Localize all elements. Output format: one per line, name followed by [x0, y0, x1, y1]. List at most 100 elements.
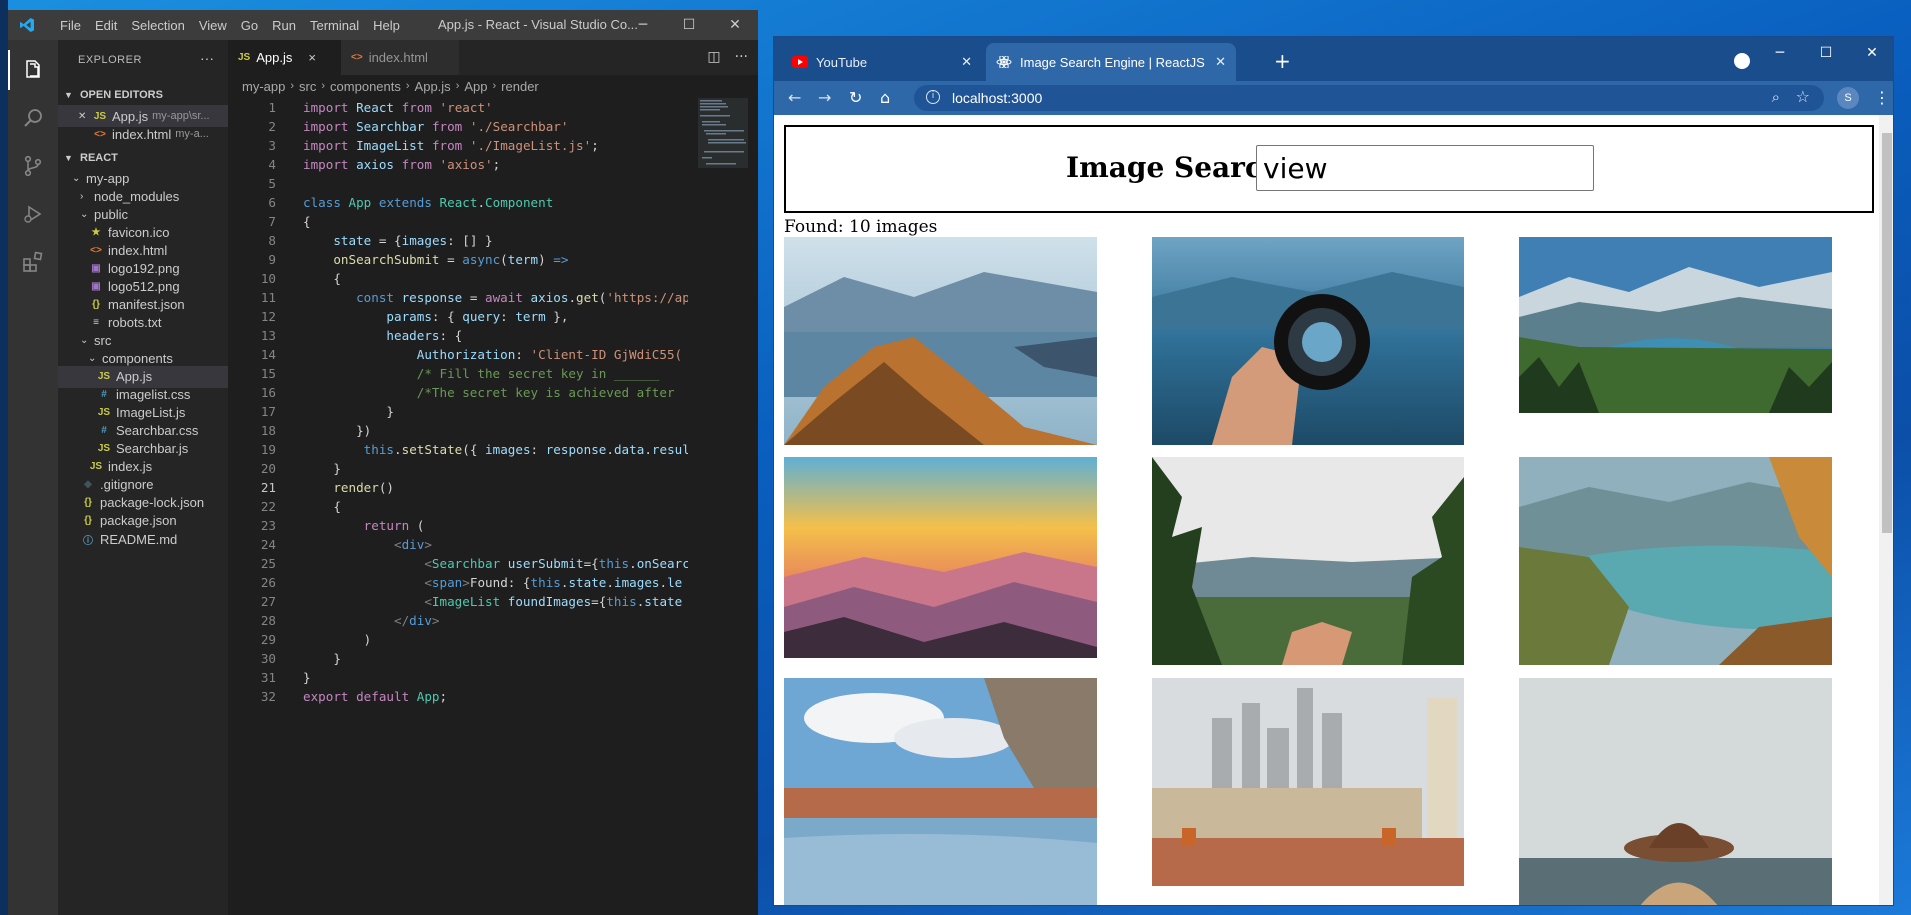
- menu-selection[interactable]: Selection: [124, 18, 191, 33]
- web-page: Image Search Found: 10 images: [774, 115, 1879, 905]
- reload-icon[interactable]: ↻: [849, 88, 862, 107]
- line-number: 2: [268, 119, 276, 134]
- rooftop-city-image: [1152, 678, 1464, 886]
- line-number: 28: [260, 613, 276, 628]
- close-icon[interactable]: ✕: [961, 54, 972, 70]
- zoom-icon[interactable]: ⌕: [1772, 88, 1780, 106]
- tree-item-label: imagelist.css: [116, 387, 191, 403]
- home-icon[interactable]: ⌂: [880, 88, 890, 107]
- tree-item-label: favicon.ico: [108, 224, 170, 240]
- code-editor[interactable]: 1 import React from 'react' 2 import Search…: [228, 98, 688, 908]
- hat-woman-image: [1519, 678, 1832, 905]
- project-section[interactable]: ▼ REACT: [58, 148, 228, 168]
- chevron-right-icon: ›: [492, 80, 497, 92]
- explorer-header: EXPLORER: [78, 54, 142, 66]
- tree-item-label: index.html: [108, 242, 168, 258]
- vscode-logo-icon: [20, 18, 34, 32]
- split-editor-icon[interactable]: ◫: [707, 49, 720, 65]
- menu-go[interactable]: Go: [234, 18, 265, 33]
- browser-tab[interactable]: YouTube ✕: [782, 43, 982, 81]
- search-icon[interactable]: [21, 106, 45, 130]
- more-actions-icon[interactable]: ···: [735, 49, 748, 65]
- close-button[interactable]: ✕: [712, 10, 758, 40]
- found-count: Found: 10 images: [784, 217, 938, 237]
- minimize-button[interactable]: ─: [620, 10, 666, 40]
- menu-help[interactable]: Help: [366, 18, 407, 33]
- search-input[interactable]: [1256, 145, 1594, 191]
- address-bar[interactable]: i localhost:3000 ⌕ ☆: [914, 85, 1824, 111]
- browser-tab-label: YouTube: [816, 54, 868, 70]
- bookmark-star-icon[interactable]: ☆: [1796, 87, 1810, 106]
- maximize-button[interactable]: ☐: [666, 10, 712, 40]
- tab-app-js[interactable]: JS App.js ×: [228, 40, 341, 75]
- code-line: }: [303, 404, 394, 419]
- menu-view[interactable]: View: [192, 18, 234, 33]
- browser-tab[interactable]: Image Search Engine | ReactJS ✕: [986, 43, 1236, 81]
- minimap[interactable]: [698, 98, 748, 168]
- file-icon: JS: [97, 371, 111, 383]
- code-line: params: { query: term },: [386, 309, 569, 324]
- line-number: 20: [260, 461, 276, 476]
- tree-item-label: robots.txt: [108, 314, 162, 330]
- open-editor-item[interactable]: <> index.html my-a...: [58, 123, 228, 145]
- code-line: </div>: [394, 613, 440, 628]
- breadcrumb: my-app › src › components › App.js › App › render: [228, 75, 758, 97]
- close-icon[interactable]: ✕: [78, 111, 90, 122]
- chevron-right-icon: ›: [405, 80, 410, 92]
- code-line: const response = await axios.get('https:…: [356, 290, 688, 305]
- breadcrumb-item[interactable]: src: [299, 79, 316, 94]
- window-controls: ─ ☐ ✕: [1757, 37, 1893, 69]
- chrome-menu-icon[interactable]: ⋮: [1874, 88, 1890, 107]
- code-line: }: [303, 670, 311, 685]
- breadcrumb-item[interactable]: my-app: [242, 79, 285, 94]
- tree-item-label: package.json: [100, 513, 177, 529]
- back-icon[interactable]: ←: [788, 88, 801, 107]
- scrollbar-thumb[interactable]: [1882, 133, 1892, 533]
- menu-run[interactable]: Run: [265, 18, 303, 33]
- tab-label: App.js: [256, 50, 293, 65]
- tree-item-label: logo192.png: [108, 260, 180, 276]
- source-control-icon[interactable]: [21, 154, 45, 178]
- files-icon[interactable]: [21, 58, 45, 82]
- forward-icon[interactable]: →: [818, 88, 831, 107]
- line-number: 14: [260, 347, 276, 362]
- page-scrollbar[interactable]: [1879, 115, 1893, 905]
- tree-item[interactable]: ⓘ README.md: [58, 528, 228, 550]
- code-line: import React from 'react': [303, 100, 493, 115]
- tab-index-html[interactable]: <> index.html: [341, 40, 459, 75]
- tab-label: index.html: [368, 50, 428, 65]
- extensions-icon[interactable]: [21, 250, 45, 274]
- line-number: 29: [260, 632, 276, 647]
- breadcrumb-item[interactable]: render: [501, 79, 539, 94]
- menu-terminal[interactable]: Terminal: [303, 18, 366, 33]
- search-heading: Image Search: [1066, 151, 1283, 184]
- chevron-right-icon: ›: [321, 80, 326, 92]
- profile-avatar[interactable]: S: [1837, 87, 1859, 109]
- chevron-down-icon: ⌄: [88, 353, 97, 364]
- menu-file[interactable]: File: [53, 18, 88, 33]
- code-line: <div>: [394, 537, 432, 552]
- line-number: 30: [260, 651, 276, 666]
- file-icon: {}: [92, 298, 100, 310]
- menu-edit[interactable]: Edit: [88, 18, 124, 33]
- close-icon[interactable]: ×: [308, 50, 316, 65]
- activity-active-indicator: [8, 50, 10, 90]
- maximize-button[interactable]: ☐: [1803, 37, 1849, 69]
- open-editors-section[interactable]: ▼ OPEN EDITORS: [58, 85, 228, 105]
- close-button[interactable]: ✕: [1849, 37, 1893, 69]
- close-icon[interactable]: ✕: [1215, 54, 1226, 70]
- site-info-icon[interactable]: i: [926, 90, 940, 104]
- new-tab-button[interactable]: +: [1274, 49, 1291, 73]
- code-line: return (: [363, 518, 425, 533]
- vscode-window: File Edit Selection View Go Run Terminal Help A…: [8, 10, 758, 915]
- more-actions-icon[interactable]: ···: [200, 50, 214, 66]
- breadcrumb-item[interactable]: components: [330, 79, 401, 94]
- editor-scrollbar[interactable]: [748, 98, 758, 908]
- breadcrumb-item[interactable]: App.js: [415, 79, 451, 94]
- line-number: 22: [260, 499, 276, 514]
- run-debug-icon[interactable]: [21, 202, 45, 226]
- tab-search-icon[interactable]: [1734, 53, 1750, 69]
- breadcrumb-item[interactable]: App: [464, 79, 487, 94]
- file-icon: ⓘ: [83, 535, 93, 547]
- minimize-button[interactable]: ─: [1757, 37, 1803, 69]
